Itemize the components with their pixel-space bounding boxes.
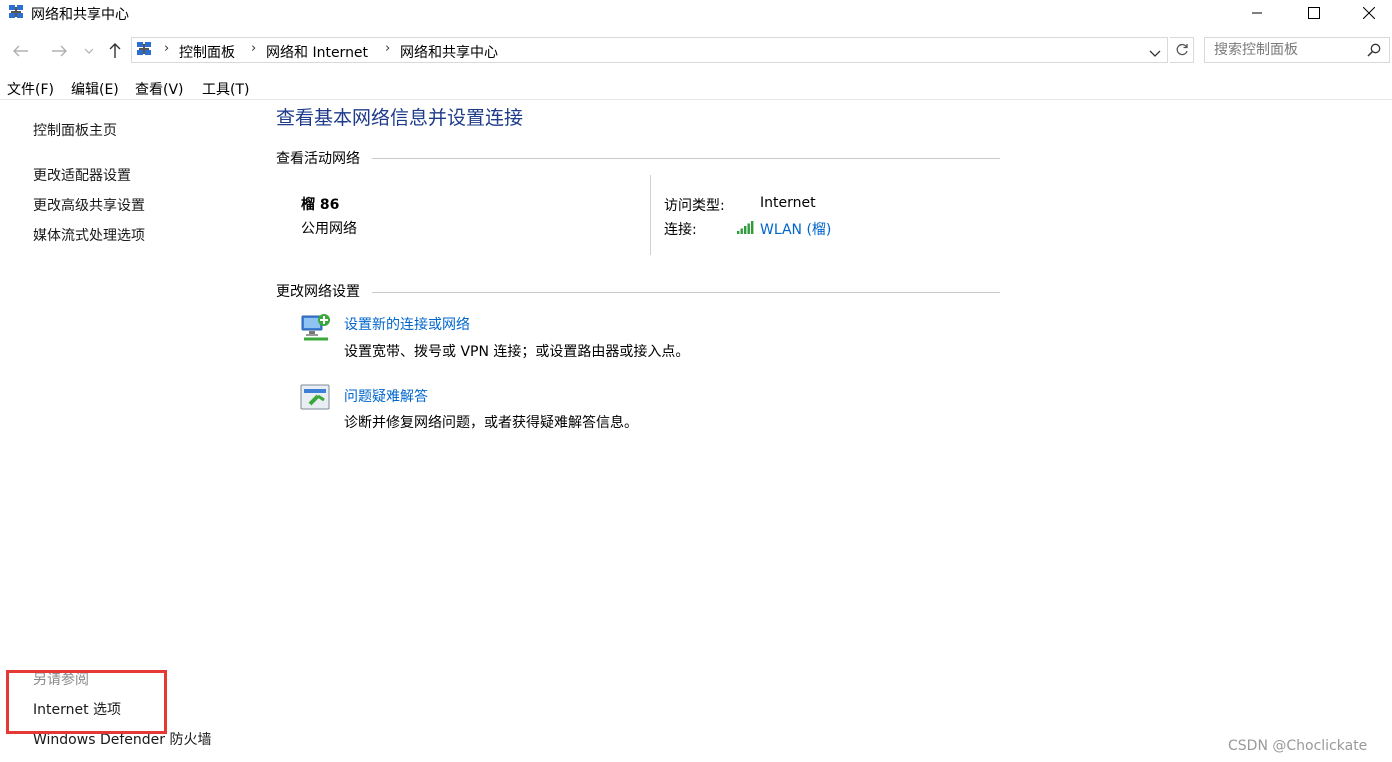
wlan-connection-link[interactable]: WLAN (榴) (760, 219, 831, 239)
network-name: 榴 86 (301, 197, 340, 213)
sidebar-link-media-streaming-options[interactable]: 媒体流式处理选项 (33, 225, 145, 245)
close-button[interactable] (1346, 0, 1392, 26)
up-arrow-icon (109, 43, 121, 58)
breadcrumb-network-center[interactable]: 网络和共享中心 (400, 42, 498, 62)
access-type-value: Internet (760, 195, 816, 211)
page-title: 查看基本网络信息并设置连接 (276, 107, 524, 129)
forward-button[interactable] (46, 38, 72, 64)
refresh-icon (1176, 43, 1188, 56)
task-troubleshoot-description: 诊断并修复网络问题，或者获得疑难解答信息。 (344, 415, 638, 431)
change-settings-title: 更改网络设置 (276, 284, 360, 300)
minimize-icon (1252, 12, 1262, 14)
menu-tools[interactable]: 工具(T) (202, 79, 249, 99)
breadcrumb-control-panel[interactable]: 控制面板 (179, 42, 235, 62)
divider (650, 175, 651, 255)
network-center-icon (8, 4, 24, 20)
maximize-icon (1308, 7, 1320, 19)
breadcrumb-separator-icon: › (385, 41, 391, 56)
close-icon (1363, 7, 1375, 19)
divider (372, 158, 1000, 159)
new-connection-icon (300, 312, 332, 346)
up-button[interactable] (102, 38, 128, 64)
task-new-connection-description: 设置宽带、拨号或 VPN 连接；或设置路由器或接入点。 (344, 344, 690, 360)
search-icon[interactable] (1367, 43, 1381, 57)
maximize-button[interactable] (1291, 0, 1337, 26)
connection-label: 连接: (664, 222, 697, 238)
title-bar (0, 0, 1392, 26)
forward-arrow-icon (52, 45, 67, 57)
recent-locations-button[interactable] (79, 38, 99, 64)
network-type[interactable]: 公用网络 (301, 218, 357, 238)
divider (372, 292, 1000, 293)
chevron-down-icon (85, 48, 93, 54)
sidebar-link-control-panel-home[interactable]: 控制面板主页 (33, 120, 117, 140)
sidebar-link-change-adapter-settings[interactable]: 更改适配器设置 (33, 165, 131, 185)
active-networks-title: 查看活动网络 (276, 151, 360, 167)
wifi-signal-icon (737, 220, 755, 238)
back-arrow-icon (13, 45, 28, 57)
minimize-button[interactable] (1234, 0, 1280, 26)
highlight-box (6, 670, 167, 734)
refresh-button[interactable] (1170, 37, 1194, 63)
window-title: 网络和共享中心 (31, 7, 129, 23)
troubleshoot-icon (300, 384, 332, 418)
address-dropdown-button[interactable] (1149, 46, 1161, 62)
search-box[interactable] (1204, 37, 1390, 63)
access-type-label: 访问类型: (664, 198, 725, 214)
breadcrumb-separator-icon: › (251, 41, 257, 56)
back-button[interactable] (8, 38, 34, 64)
breadcrumb-network-internet[interactable]: 网络和 Internet (266, 42, 368, 62)
task-troubleshoot-link[interactable]: 问题疑难解答 (344, 386, 428, 406)
sidebar-link-advanced-sharing-settings[interactable]: 更改高级共享设置 (33, 195, 145, 215)
breadcrumb-separator-icon: › (164, 41, 170, 56)
menu-edit[interactable]: 编辑(E) (71, 79, 119, 99)
menu-file[interactable]: 文件(F) (7, 79, 54, 99)
search-input[interactable] (1214, 42, 1354, 58)
chevron-down-icon (1149, 50, 1161, 57)
task-new-connection-link[interactable]: 设置新的连接或网络 (344, 314, 470, 334)
watermark-text: CSDN @Choclickate (1228, 738, 1368, 754)
control-panel-icon (136, 41, 152, 57)
menu-view[interactable]: 查看(V) (135, 79, 184, 99)
